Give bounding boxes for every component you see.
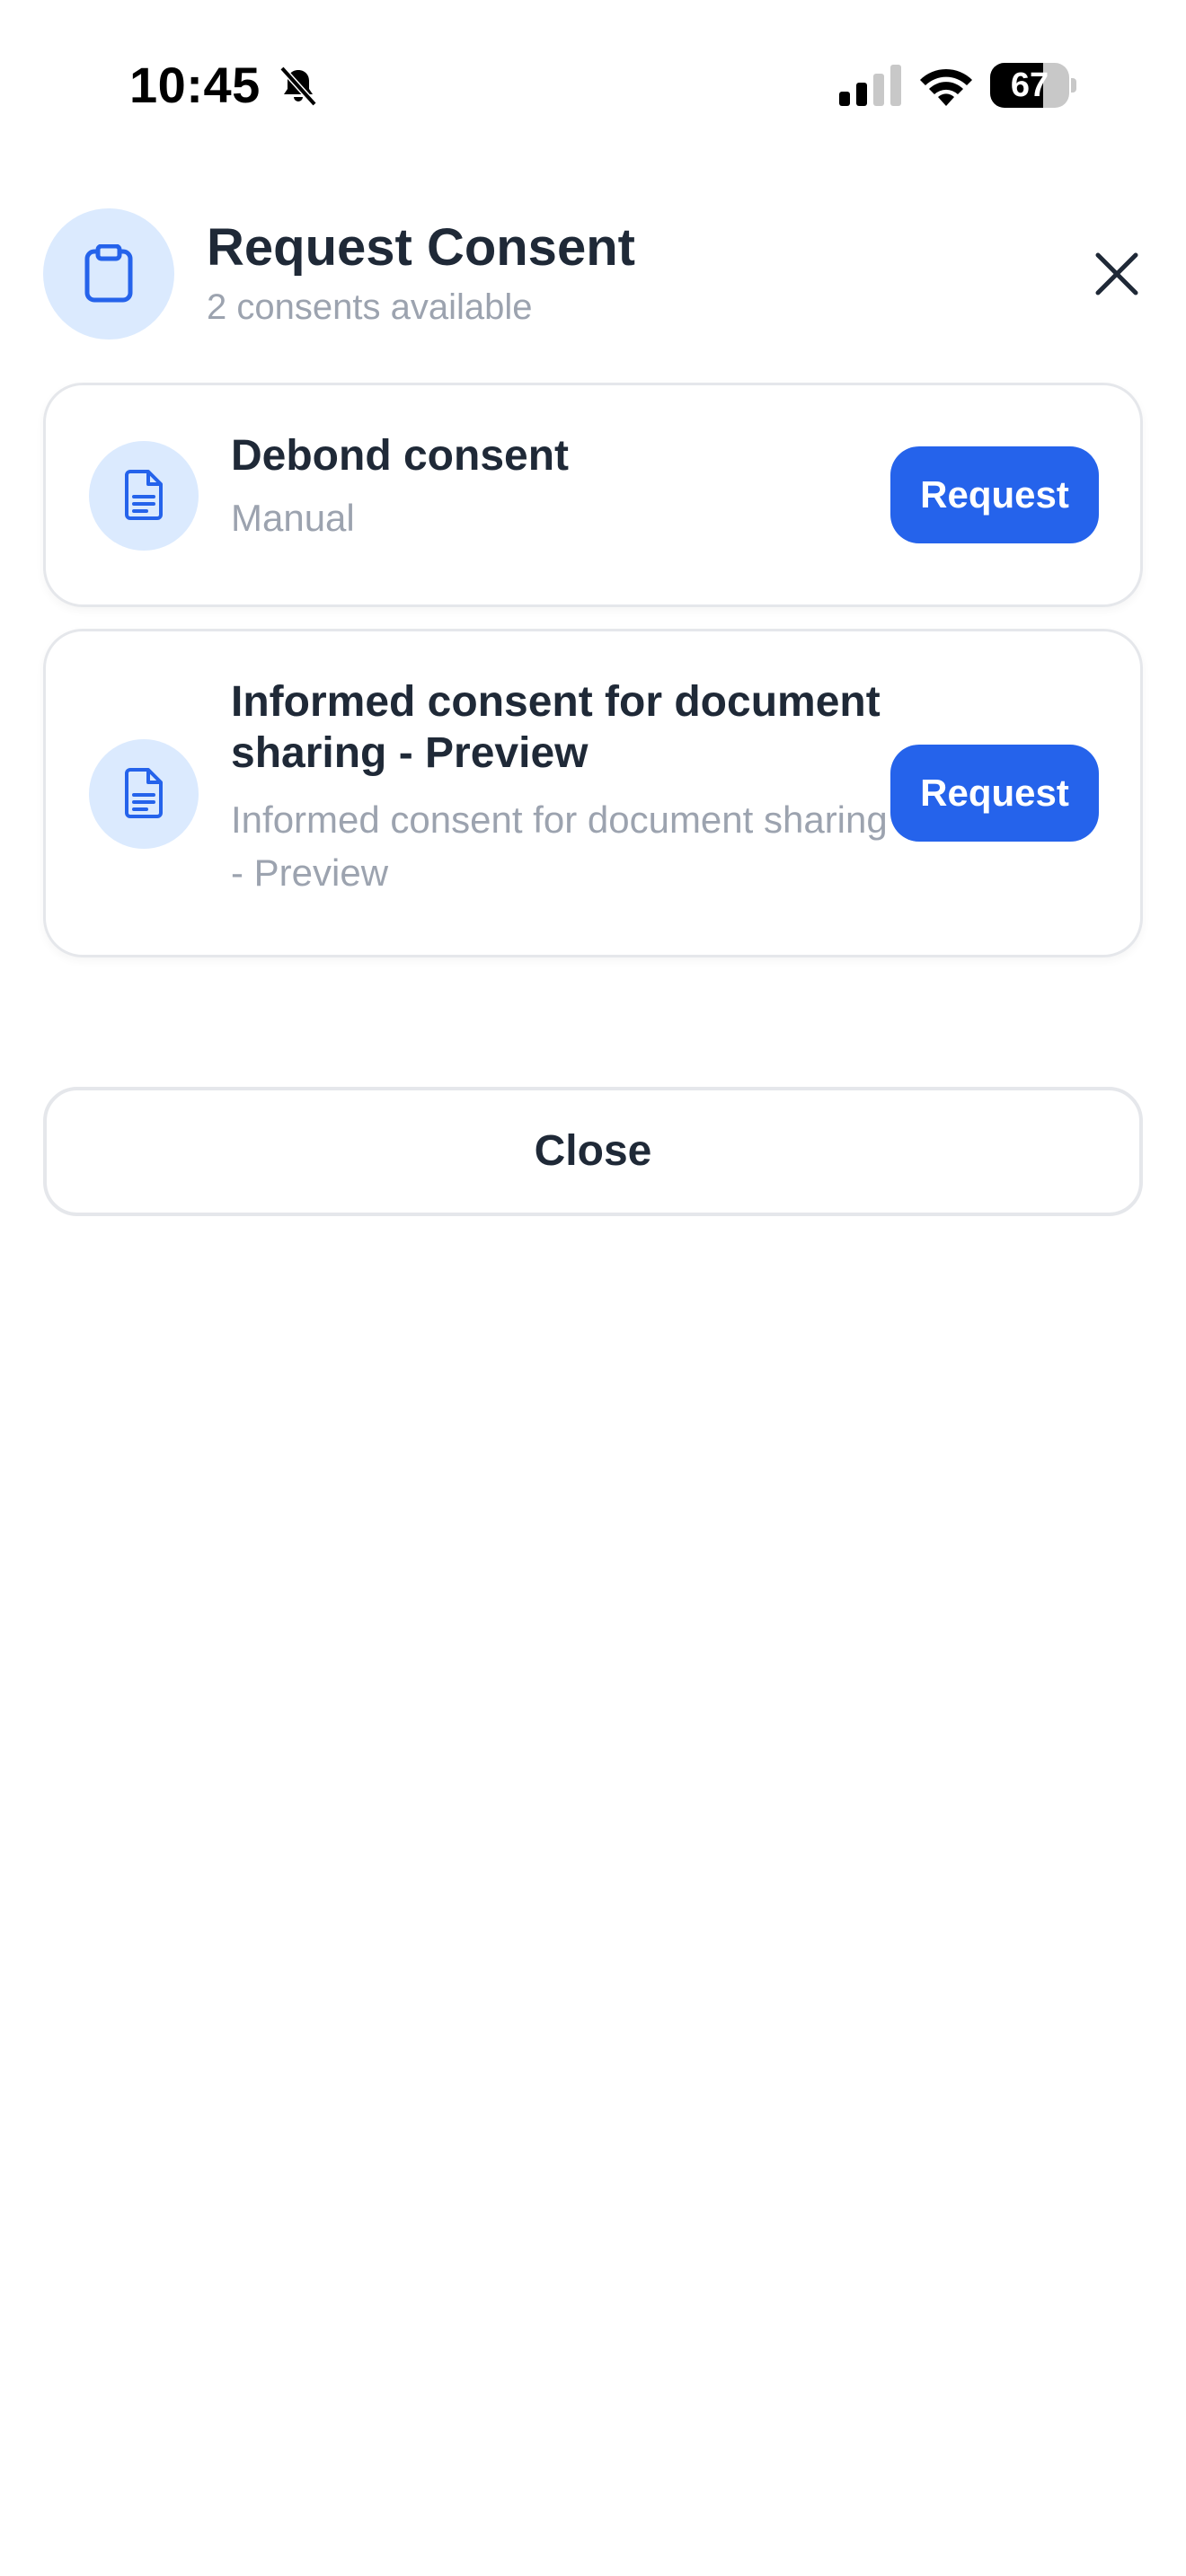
consent-card: Debond consent Manual Request xyxy=(43,383,1143,607)
close-button[interactable]: Close xyxy=(43,1087,1143,1216)
battery-indicator: 67 xyxy=(990,63,1076,108)
header-icon-badge xyxy=(43,208,174,340)
sheet-header: Request Consent 2 consents available xyxy=(43,208,1143,340)
consent-subtitle: Manual xyxy=(231,497,355,539)
consents-count: 2 consents available xyxy=(207,287,533,327)
battery-cap xyxy=(1071,78,1076,93)
battery-percent: 67 xyxy=(1010,66,1049,104)
request-button[interactable]: Request xyxy=(890,446,1099,543)
consent-subtitle: Informed consent for document sharing - … xyxy=(231,798,888,894)
cellular-signal-icon xyxy=(839,65,901,106)
clipboard-icon xyxy=(84,244,133,303)
request-button[interactable]: Request xyxy=(890,745,1099,842)
page-title: Request Consent xyxy=(207,218,635,277)
document-icon-badge xyxy=(89,739,199,849)
document-icon xyxy=(125,470,163,520)
status-time: 10:45 xyxy=(129,57,261,113)
document-icon xyxy=(125,768,163,818)
wifi-icon xyxy=(920,68,972,106)
consent-card: Informed consent for document sharing - … xyxy=(43,629,1143,957)
battery-body: 67 xyxy=(990,63,1069,108)
bell-slash-icon xyxy=(279,66,317,107)
consent-title: Informed consent for document sharing - … xyxy=(231,678,881,777)
consent-title: Debond consent xyxy=(231,432,570,480)
close-icon[interactable] xyxy=(1085,243,1148,305)
status-bar: 10:45 67 xyxy=(0,0,1186,171)
document-icon-badge xyxy=(89,441,199,551)
